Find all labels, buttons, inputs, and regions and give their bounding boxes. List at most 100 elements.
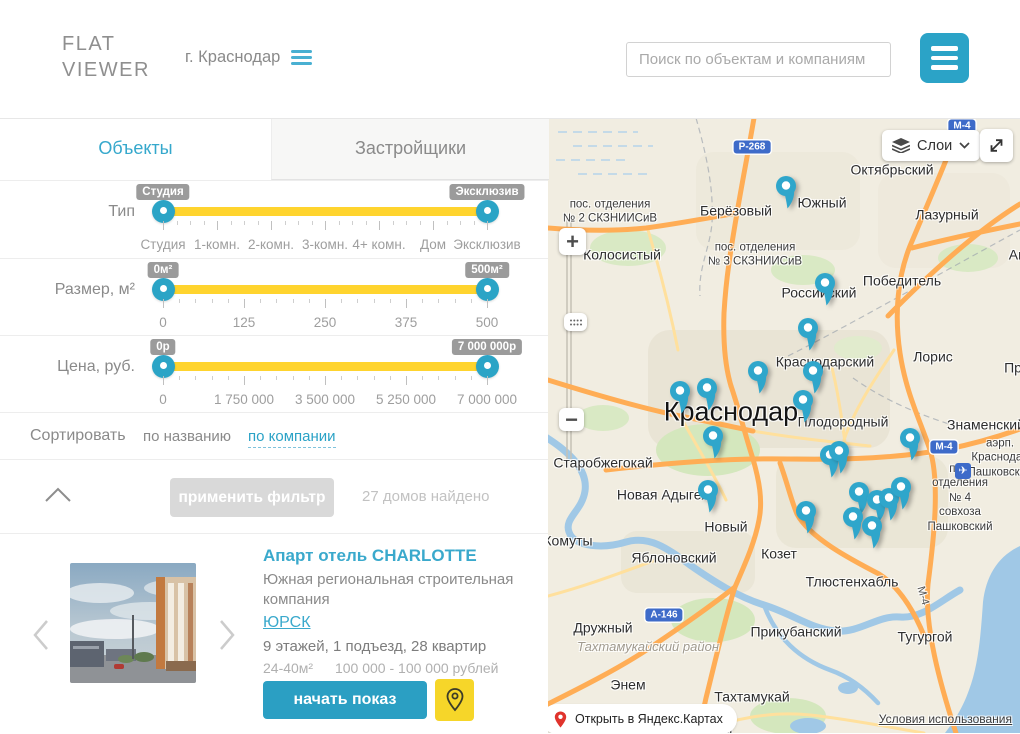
map-pin[interactable]: [667, 380, 695, 416]
map-pin[interactable]: [859, 515, 887, 551]
slider-ticks: [163, 376, 487, 386]
map-label: Южный: [797, 194, 846, 212]
slider-tick-labels: Студия1-комн.2-комн.3-комн.4+ комн.ДомЭк…: [163, 237, 487, 253]
tick-label: 0: [159, 392, 167, 407]
map-pin[interactable]: [700, 425, 728, 461]
map-pin[interactable]: [695, 479, 723, 515]
slider-track[interactable]: [161, 285, 489, 294]
city-menu-icon[interactable]: [291, 47, 312, 68]
carousel-next-button[interactable]: [216, 618, 238, 657]
start-show-button[interactable]: начать показ: [263, 681, 427, 719]
app-logo[interactable]: FLAT VIEWER: [62, 31, 150, 83]
map-label: Берёзовый: [700, 202, 772, 220]
tick-mark: [231, 221, 232, 225]
open-in-yandex-link[interactable]: Открыть в Яндекс.Картах: [575, 712, 723, 726]
tick-mark: [293, 376, 294, 380]
road-badge: А-146: [645, 609, 682, 622]
terms-of-use-link[interactable]: Условия использования: [879, 712, 1012, 726]
company-link[interactable]: ЮРСК: [263, 614, 311, 632]
property-title[interactable]: Апарт отель CHARLOTTE: [263, 546, 477, 566]
tick-mark: [406, 221, 407, 225]
filter-panel: Объекты Застройщики Тип Студия Эксклюзив…: [0, 118, 548, 733]
map-canvas[interactable]: Краснодар Октябрьскийпос. отделения № 2 …: [548, 118, 1020, 733]
tick-mark: [460, 221, 461, 225]
tab-objects[interactable]: Объекты: [0, 118, 271, 179]
tick-mark: [366, 221, 367, 225]
property-photo[interactable]: [70, 563, 196, 683]
property-company: Южная региональная строительная компания: [263, 570, 543, 610]
slider-ticks: [163, 221, 487, 231]
tick-mark: [471, 376, 472, 380]
map-pin[interactable]: [790, 389, 818, 425]
map-pin[interactable]: [793, 500, 821, 536]
type-slider-handle-right[interactable]: [476, 200, 499, 223]
map-label: пос. отделения № 2 СКЗНИИСиВ: [563, 198, 657, 227]
type-badge-right: Эксклюзив: [449, 184, 524, 200]
zoom-out-button[interactable]: −: [559, 408, 584, 431]
search-input[interactable]: [626, 42, 891, 77]
tick-mark: [390, 299, 391, 303]
slider-track[interactable]: [161, 207, 489, 216]
tick-mark: [163, 376, 164, 385]
tick-label: 0: [159, 315, 167, 330]
layers-label: Слои: [917, 138, 952, 154]
road-badge: М-4: [930, 441, 957, 454]
map-pin[interactable]: [795, 317, 823, 353]
price-slider-handle-right[interactable]: [476, 355, 499, 378]
ruler-icon: [569, 318, 583, 327]
ruler-button[interactable]: [564, 313, 587, 331]
main-menu-button[interactable]: [920, 33, 969, 83]
map-pin[interactable]: [773, 175, 801, 211]
tab-developers[interactable]: Застройщики: [271, 118, 549, 180]
fullscreen-button[interactable]: [980, 129, 1013, 162]
tick-mark: [204, 221, 205, 225]
carousel-prev-button[interactable]: [30, 618, 52, 657]
map-pin-icon: [443, 687, 467, 713]
map-label: Яблоновский: [631, 549, 716, 567]
tick-mark: [285, 221, 286, 225]
tick-mark: [217, 221, 218, 230]
map-label: Дружный: [573, 619, 632, 637]
flat-viewer-app: FLAT VIEWER г. Краснодар Объекты Застрой…: [0, 0, 1020, 733]
map-pin[interactable]: [826, 440, 854, 476]
tick-mark: [374, 376, 375, 380]
chevron-down-icon: [959, 142, 970, 149]
slider-track[interactable]: [161, 362, 489, 371]
show-on-map-button[interactable]: [435, 679, 474, 721]
tick-mark: [341, 299, 342, 303]
map-pin[interactable]: [694, 377, 722, 413]
price-slider-handle-left[interactable]: [152, 355, 175, 378]
filter-row-price: Цена, руб. 0р 7 000 000р 01 750 0003 500…: [0, 335, 548, 413]
filter-label-size: Размер, м²: [0, 281, 135, 299]
type-slider-handle-left[interactable]: [152, 200, 175, 223]
map-pin[interactable]: [812, 272, 840, 308]
map-label: Октябрьский: [850, 161, 933, 179]
tick-mark: [357, 376, 358, 380]
tick-mark: [179, 299, 180, 303]
size-slider-handle-right[interactable]: [476, 278, 499, 301]
sort-by-company[interactable]: по компании: [248, 428, 336, 448]
map-pin[interactable]: [745, 360, 773, 396]
tick-mark: [258, 221, 259, 225]
map-pin[interactable]: [888, 476, 916, 512]
tick-label: 1-комн.: [194, 237, 240, 252]
tab-bar: Объекты Застройщики: [0, 118, 548, 180]
collapse-filters-button[interactable]: [44, 486, 72, 508]
apply-filter-button[interactable]: применить фильтр: [170, 478, 334, 517]
map-attribution: Открыть в Яндекс.Картах: [548, 704, 737, 733]
map-pin[interactable]: [897, 427, 925, 463]
map-label: Тахтамукайский район: [577, 639, 719, 655]
sort-by-name[interactable]: по названию: [143, 428, 231, 445]
tick-label: Эксклюзив: [453, 237, 520, 252]
layers-button[interactable]: Слои: [882, 130, 980, 161]
size-slider-handle-left[interactable]: [152, 278, 175, 301]
tick-label: 4+ комн.: [352, 237, 405, 252]
slider-ticks: [163, 299, 487, 309]
size-badge-left: 0м²: [148, 262, 179, 278]
tick-mark: [422, 299, 423, 303]
zoom-in-button[interactable]: +: [559, 228, 586, 255]
city-selector[interactable]: г. Краснодар: [185, 47, 312, 68]
map-label: Аг: [1009, 246, 1020, 264]
map-label: Прикубанский: [750, 623, 841, 641]
tick-mark: [293, 299, 294, 303]
